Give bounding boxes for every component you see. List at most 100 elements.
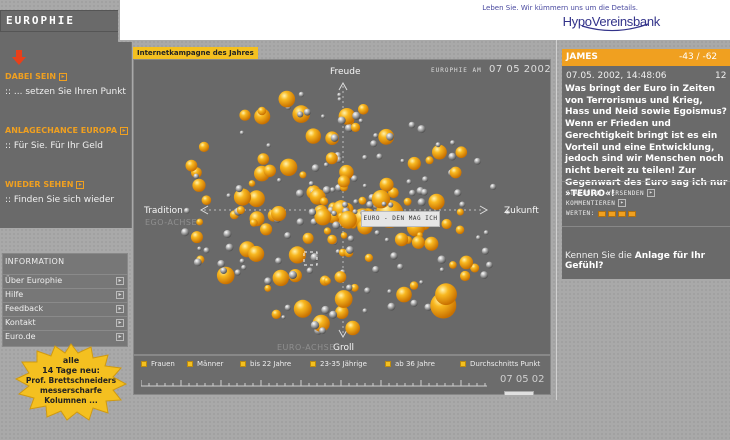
statement-dot-grey[interactable] xyxy=(322,186,331,194)
statement-dot-grey[interactable] xyxy=(421,188,428,196)
statement-dot-grey[interactable] xyxy=(220,267,227,274)
statement-dot-orange[interactable] xyxy=(460,270,471,282)
anlage-gefuehl-link[interactable]: Kennen Sie die Anlage für Ihr Gefühl? xyxy=(565,251,728,271)
statement-dot-grey[interactable] xyxy=(409,189,416,197)
statement-dot-grey[interactable] xyxy=(323,162,329,168)
statement-dot-orange[interactable] xyxy=(236,206,245,215)
statement-dot-grey[interactable] xyxy=(306,267,313,274)
nav-anlagechance[interactable]: ANLAGECHANCE EUROPA ▸ xyxy=(5,126,129,135)
statement-dot-grey[interactable] xyxy=(386,132,394,141)
statement-dot-orange[interactable] xyxy=(271,309,281,319)
statement-dot-grey[interactable] xyxy=(329,310,338,319)
statement-dot-grey[interactable] xyxy=(390,252,398,260)
statement-dot-orange[interactable] xyxy=(185,159,198,172)
statement-dot-orange[interactable] xyxy=(371,190,391,209)
statement-dot-grey[interactable] xyxy=(353,199,359,205)
statement-dot-grey[interactable] xyxy=(422,176,429,183)
rating-button-4[interactable] xyxy=(627,210,636,217)
statement-dot-grey[interactable] xyxy=(296,218,304,226)
statement-dot-orange[interactable] xyxy=(257,153,270,165)
statement-dot-orange[interactable] xyxy=(358,104,369,115)
statement-dot-orange[interactable] xyxy=(192,178,206,192)
statement-dot-grey[interactable] xyxy=(225,243,234,252)
statement-dot-grey[interactable] xyxy=(234,269,241,276)
statement-dot-grey[interactable] xyxy=(373,133,379,139)
filter-23-35[interactable]: 23-35 Jährige xyxy=(310,360,367,368)
statement-dot-grey[interactable] xyxy=(397,263,404,270)
statement-dot-orange[interactable] xyxy=(196,218,203,226)
statement-dot-grey[interactable] xyxy=(226,193,231,198)
statement-dot-grey[interactable] xyxy=(319,327,326,335)
statement-dot-grey[interactable] xyxy=(308,208,317,216)
statement-dot-orange[interactable] xyxy=(319,197,329,206)
statement-dot-grey[interactable] xyxy=(364,287,371,294)
nav-dabei-sein[interactable]: DABEI SEIN ▸ xyxy=(5,72,68,81)
statement-dot-orange[interactable] xyxy=(271,206,287,222)
statement-dot-orange[interactable] xyxy=(345,320,360,336)
statement-dot-orange[interactable] xyxy=(435,283,457,306)
statement-dot-orange[interactable] xyxy=(407,156,421,171)
emotion-map[interactable] xyxy=(133,59,551,355)
europhie-logo[interactable]: EUROPHIE xyxy=(6,14,75,27)
statement-dot-orange[interactable] xyxy=(293,299,312,318)
statement-dot-grey[interactable] xyxy=(370,140,378,148)
statement-dot-grey[interactable] xyxy=(310,253,319,262)
statement-dot-grey[interactable] xyxy=(372,266,380,273)
statement-dot-orange[interactable] xyxy=(394,232,409,247)
campaign-tab[interactable]: Internetkampagne des Jahres xyxy=(133,47,258,59)
statement-dot-grey[interactable] xyxy=(362,183,367,188)
statement-dot-grey[interactable] xyxy=(406,179,412,185)
statement-dot-orange[interactable] xyxy=(323,227,331,235)
statement-dot-grey[interactable] xyxy=(408,121,416,129)
statement-dot-orange[interactable] xyxy=(379,177,394,192)
rating-button-2[interactable] xyxy=(607,210,616,217)
statement-dot-grey[interactable] xyxy=(381,201,387,207)
statement-dot-grey[interactable] xyxy=(480,271,489,279)
filter-maenner[interactable]: Männer xyxy=(187,360,223,368)
statement-dot-grey[interactable] xyxy=(277,178,282,183)
statement-dot-orange[interactable] xyxy=(334,271,347,283)
statement-dot-grey[interactable] xyxy=(181,228,190,237)
statement-dot-grey[interactable] xyxy=(337,97,342,102)
rating-button-3[interactable] xyxy=(617,210,626,217)
statement-dot-grey[interactable] xyxy=(235,185,243,193)
statement-dot-grey[interactable] xyxy=(264,277,272,285)
statement-dot-grey[interactable] xyxy=(241,264,247,271)
statement-dot-orange[interactable] xyxy=(288,246,306,264)
rating-button-1[interactable] xyxy=(597,210,606,217)
statement-dot-orange[interactable] xyxy=(455,225,465,235)
statement-dot-grey[interactable] xyxy=(347,235,355,242)
statement-dot-grey[interactable] xyxy=(284,232,291,239)
statement-dot-grey[interactable] xyxy=(183,207,190,214)
statement-dot-orange[interactable] xyxy=(325,152,338,165)
statement-dot-grey[interactable] xyxy=(330,187,336,193)
filter-bis-22[interactable]: bis 22 Jahre xyxy=(240,360,291,368)
rating-buttons[interactable] xyxy=(597,210,636,217)
statement-dot-grey[interactable] xyxy=(308,181,314,187)
statement-dot-orange[interactable] xyxy=(239,109,251,121)
statement-dot-grey[interactable] xyxy=(419,280,424,285)
statement-dot-grey[interactable] xyxy=(450,140,456,146)
statement-dot-grey[interactable] xyxy=(337,116,346,125)
statement-dot-grey[interactable] xyxy=(321,305,330,315)
statement-dot-grey[interactable] xyxy=(295,189,304,198)
statement-dot-orange[interactable] xyxy=(299,171,307,179)
statement-dot-orange[interactable] xyxy=(248,180,256,187)
statement-dot-grey[interactable] xyxy=(417,125,426,134)
statement-dot-orange[interactable] xyxy=(272,269,289,287)
timeline-slider[interactable] xyxy=(141,380,487,388)
statement-dot-grey[interactable] xyxy=(362,308,368,314)
statement-dot-grey[interactable] xyxy=(481,247,489,255)
statement-dot-orange[interactable] xyxy=(432,144,447,160)
statement-dot-grey[interactable] xyxy=(342,201,348,208)
statement-dot-grey[interactable] xyxy=(197,246,202,251)
statement-dot-grey[interactable] xyxy=(298,91,305,98)
statement-dot-orange[interactable] xyxy=(358,196,367,205)
statement-dot-orange[interactable] xyxy=(424,236,439,251)
statement-dot-grey[interactable] xyxy=(223,230,232,238)
statement-dot-grey[interactable] xyxy=(352,111,361,120)
statement-dot-orange[interactable] xyxy=(364,253,373,262)
statement-dot-grey[interactable] xyxy=(288,270,297,280)
statement-dot-orange[interactable] xyxy=(260,223,273,236)
statement-dot-grey[interactable] xyxy=(346,246,354,254)
